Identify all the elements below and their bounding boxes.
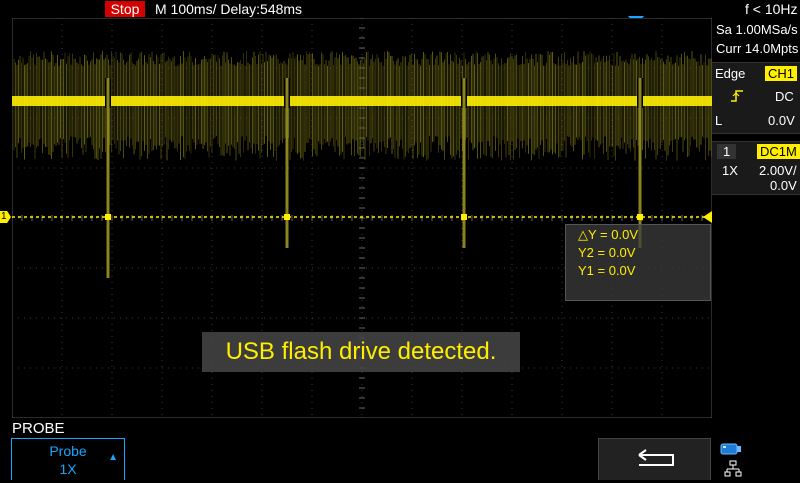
trigger-level-label: L xyxy=(715,113,723,128)
trigger-type: Edge xyxy=(715,66,746,81)
channel-scale: 2.00V/ xyxy=(759,163,797,178)
trigger-level-value: 0.0V xyxy=(768,113,795,128)
ch1-ground-marker-label: 1 xyxy=(1,211,7,222)
up-arrow-icon: ▲ xyxy=(108,452,118,463)
back-softkey[interactable] xyxy=(598,438,711,480)
ch1-ground-marker[interactable]: 1 xyxy=(0,211,11,223)
return-arrow-icon xyxy=(635,447,677,476)
probe-softkey[interactable]: Probe 1X ▲ xyxy=(11,438,125,480)
frequency-readout: f < 10Hz xyxy=(745,1,798,17)
trigger-panel[interactable]: Edge CH1 DC L 0.0V xyxy=(712,62,800,134)
trigger-coupling: DC xyxy=(775,89,794,104)
channel-probe: 1X xyxy=(722,163,738,178)
usb-detected-toast: USB flash drive detected. xyxy=(202,332,520,372)
rising-edge-icon xyxy=(730,89,744,108)
channel-offset: 0.0V xyxy=(770,178,797,193)
usb-storage-icon xyxy=(720,442,742,461)
cursor-delta-y: △Y = 0.0V xyxy=(578,227,638,242)
channel1-panel[interactable]: 1 DC1M 1X 2.00V/ 0.0V xyxy=(712,141,800,195)
trigger-source-badge: CH1 xyxy=(765,66,798,81)
channel-coupling-badge: DC1M xyxy=(757,144,800,159)
ch1-upper-trace xyxy=(12,96,712,106)
timebase-readout: M 100ms/ Delay:548ms xyxy=(155,1,303,17)
menu-title: PROBE xyxy=(12,420,65,437)
run-stop-badge[interactable]: Stop xyxy=(105,1,145,17)
cursor-y1: Y1 = 0.0V xyxy=(578,263,636,278)
cursor-readout-box: △Y = 0.0V Y2 = 0.0V Y1 = 0.0V xyxy=(565,224,711,301)
trigger-level-marker[interactable] xyxy=(703,211,712,223)
channel-number: 1 xyxy=(717,144,737,159)
memory-depth-readout: Curr 14.0Mpts xyxy=(716,41,799,56)
sample-rate-readout: Sa 1.00MSa/s xyxy=(716,22,798,37)
cursor-y2: Y2 = 0.0V xyxy=(578,245,636,260)
